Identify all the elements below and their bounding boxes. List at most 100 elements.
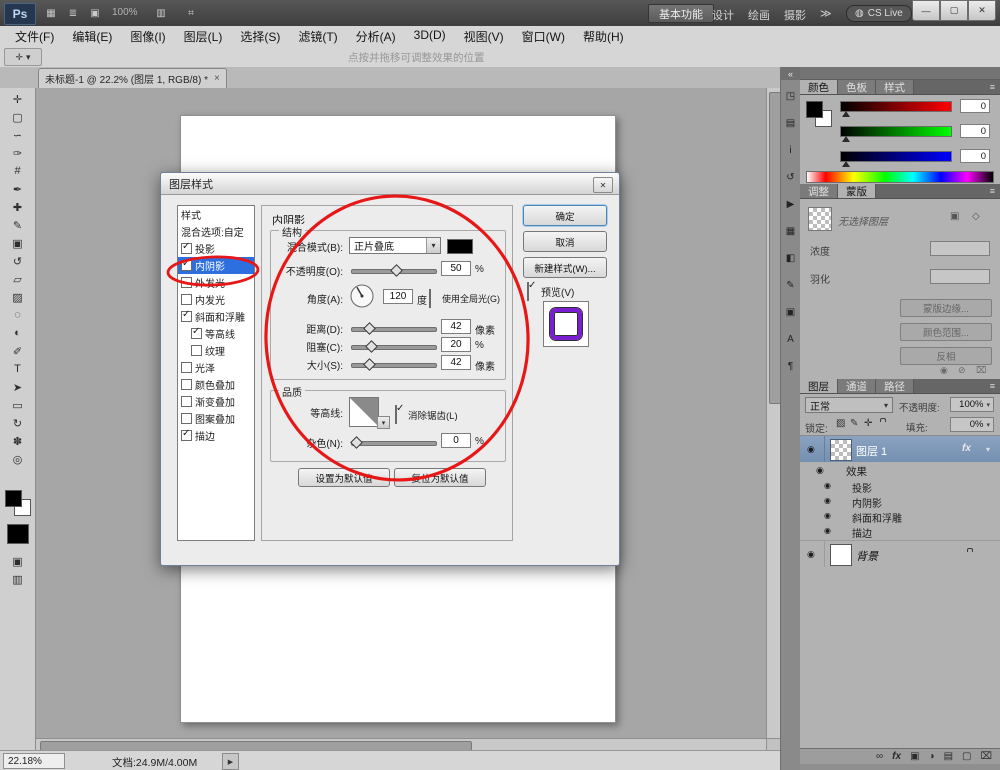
mask-edge-button[interactable]: 蒙版边缘... bbox=[900, 299, 992, 317]
style-item-satin[interactable]: 光泽 bbox=[178, 359, 254, 376]
inner-shadow-checkbox[interactable] bbox=[181, 260, 192, 271]
info-panel-icon[interactable]: i bbox=[781, 140, 801, 161]
menu-edit[interactable]: 编辑(E) bbox=[63, 26, 121, 45]
red-slider-thumb[interactable] bbox=[842, 111, 850, 117]
lock-transparent-icon[interactable]: ▨ bbox=[836, 418, 845, 429]
actions-panel-icon[interactable]: ▶ bbox=[781, 194, 801, 215]
close-button[interactable]: ✕ bbox=[968, 0, 996, 21]
green-value-field[interactable]: 0 bbox=[960, 124, 990, 138]
layer1-thumbnail[interactable] bbox=[830, 439, 852, 461]
menu-image[interactable]: 图像(I) bbox=[121, 26, 174, 45]
tab-paths[interactable]: 路径 bbox=[876, 379, 914, 393]
choke-value-field[interactable]: 20 bbox=[441, 337, 471, 352]
background-visibility-eye-icon[interactable]: ◉ bbox=[807, 549, 815, 560]
brush-panel-icon[interactable]: ✎ bbox=[781, 275, 801, 296]
layer1-visibility-eye-icon[interactable]: ◉ bbox=[807, 444, 815, 455]
style-item-contour[interactable]: 等高线 bbox=[178, 325, 254, 342]
feather-field[interactable] bbox=[930, 269, 990, 284]
rectangular-marquee-tool[interactable]: ▢ bbox=[1, 108, 35, 126]
effects-visibility-eye-icon[interactable]: ◉ bbox=[816, 465, 824, 476]
ok-button[interactable]: 确定 bbox=[523, 205, 607, 226]
reset-default-button[interactable]: 复位为默认值 bbox=[394, 468, 486, 487]
bevel-emboss-checkbox[interactable] bbox=[181, 311, 192, 322]
size-slider[interactable] bbox=[351, 363, 437, 368]
expand-dock-icon[interactable]: « bbox=[781, 67, 801, 80]
paragraph-panel-icon[interactable]: ¶ bbox=[781, 356, 801, 377]
fill-field[interactable]: 0% bbox=[950, 417, 994, 432]
brush-tool[interactable]: ✎ bbox=[1, 216, 35, 234]
distance-slider[interactable] bbox=[351, 327, 437, 332]
tab-styles[interactable]: 样式 bbox=[876, 80, 914, 94]
document-tab[interactable]: 未标题-1 @ 22.2% (图层 1, RGB/8) * × bbox=[38, 68, 227, 88]
foreground-color-swatch[interactable] bbox=[5, 490, 22, 507]
new-style-button[interactable]: 新建样式(W)... bbox=[523, 257, 607, 278]
menu-window[interactable]: 窗口(W) bbox=[513, 26, 574, 45]
stroke-checkbox[interactable] bbox=[181, 430, 192, 441]
blue-value-field[interactable]: 0 bbox=[960, 149, 990, 163]
document-tab-close-icon[interactable]: × bbox=[214, 73, 220, 84]
choke-slider-thumb[interactable] bbox=[365, 340, 378, 353]
invert-button[interactable]: 反相 bbox=[900, 347, 992, 365]
layer-row-layer1[interactable]: ◉ 图层 1 fx ▾ bbox=[800, 436, 1000, 462]
contour-checkbox[interactable] bbox=[191, 328, 202, 339]
contour-thumbnail[interactable] bbox=[349, 397, 379, 427]
new-adjustment-layer-icon[interactable]: ◑ bbox=[929, 751, 935, 762]
minimize-button[interactable]: — bbox=[912, 0, 940, 21]
pattern-overlay-checkbox[interactable] bbox=[181, 413, 192, 424]
add-pixel-mask-icon[interactable]: ▣ bbox=[950, 211, 959, 222]
quick-selection-tool[interactable]: ✑ bbox=[1, 144, 35, 162]
link-layers-icon[interactable]: ∞ bbox=[876, 751, 883, 762]
quick-mask-mode-icon[interactable]: ▣ bbox=[1, 552, 35, 570]
color-overlay-checkbox[interactable] bbox=[181, 379, 192, 390]
status-zoom-field[interactable]: 22.18% bbox=[3, 753, 65, 769]
clone-stamp-tool[interactable]: ▣ bbox=[1, 234, 35, 252]
angle-value-field[interactable]: 120 bbox=[383, 289, 413, 304]
hand-tool[interactable]: ✽ bbox=[1, 432, 35, 450]
vertical-scrollbar[interactable] bbox=[766, 88, 780, 738]
opacity-slider[interactable] bbox=[351, 269, 437, 274]
stroke-eye-icon[interactable]: ◉ bbox=[824, 526, 831, 535]
noise-slider-thumb[interactable] bbox=[350, 436, 363, 449]
foreground-color-chip[interactable] bbox=[7, 524, 29, 544]
dock-grip[interactable] bbox=[800, 67, 1000, 80]
effect-row-inner-shadow[interactable]: ◉ 内阴影 bbox=[800, 493, 1000, 508]
styles-panel-icon[interactable]: ◧ bbox=[781, 248, 801, 269]
green-slider-thumb[interactable] bbox=[842, 136, 850, 142]
drop-shadow-eye-icon[interactable]: ◉ bbox=[824, 481, 831, 490]
tab-masks[interactable]: 蒙版 bbox=[838, 184, 876, 198]
pen-tool[interactable]: ✐ bbox=[1, 342, 35, 360]
texture-checkbox[interactable] bbox=[191, 345, 202, 356]
dodge-tool[interactable]: ◐ bbox=[1, 324, 35, 342]
tab-swatches[interactable]: 色板 bbox=[838, 80, 876, 94]
antialias-checkbox[interactable] bbox=[395, 405, 397, 424]
horizontal-scrollbar[interactable] bbox=[36, 738, 766, 750]
layer-row-background[interactable]: ◉ 背景 bbox=[800, 541, 1000, 567]
red-slider[interactable] bbox=[840, 101, 952, 112]
menu-3d[interactable]: 3D(D) bbox=[405, 26, 455, 45]
view-extras-icon[interactable]: ▣ bbox=[86, 5, 104, 21]
density-field[interactable] bbox=[930, 241, 990, 256]
workspace-photography-button[interactable]: 摄影 bbox=[784, 7, 806, 23]
foreground-color-swatch[interactable] bbox=[806, 101, 823, 118]
workspace-essentials-button[interactable]: 基本功能 bbox=[648, 4, 714, 23]
size-slider-thumb[interactable] bbox=[363, 358, 376, 371]
tab-adjustments[interactable]: 调整 bbox=[800, 184, 838, 198]
add-vector-mask-icon[interactable]: ◇ bbox=[972, 211, 980, 222]
choke-slider[interactable] bbox=[351, 345, 437, 350]
tab-channels[interactable]: 通道 bbox=[838, 379, 876, 393]
screen-mode-icon[interactable]: ⌗ bbox=[182, 5, 200, 21]
blue-slider-thumb[interactable] bbox=[842, 161, 850, 167]
gradient-tool[interactable]: ▨ bbox=[1, 288, 35, 306]
inner-shadow-eye-icon[interactable]: ◉ bbox=[824, 496, 831, 505]
masks-panel-menu-icon[interactable]: ≡ bbox=[985, 184, 1000, 198]
mask-disable-icon[interactable]: ⊘ bbox=[958, 365, 966, 376]
style-item-drop-shadow[interactable]: 投影 bbox=[178, 240, 254, 257]
menu-view[interactable]: 视图(V) bbox=[455, 26, 513, 45]
cancel-button[interactable]: 取消 bbox=[523, 231, 607, 252]
cs-live-button[interactable]: ◍ CS Live bbox=[846, 5, 912, 22]
bevel-emboss-eye-icon[interactable]: ◉ bbox=[824, 511, 831, 520]
style-item-texture[interactable]: 纹理 bbox=[178, 342, 254, 359]
arrange-documents-icon[interactable]: ▥ bbox=[152, 5, 170, 21]
foreground-background-swatches[interactable] bbox=[5, 490, 31, 516]
color-panel-menu-icon[interactable]: ≡ bbox=[985, 80, 1000, 94]
